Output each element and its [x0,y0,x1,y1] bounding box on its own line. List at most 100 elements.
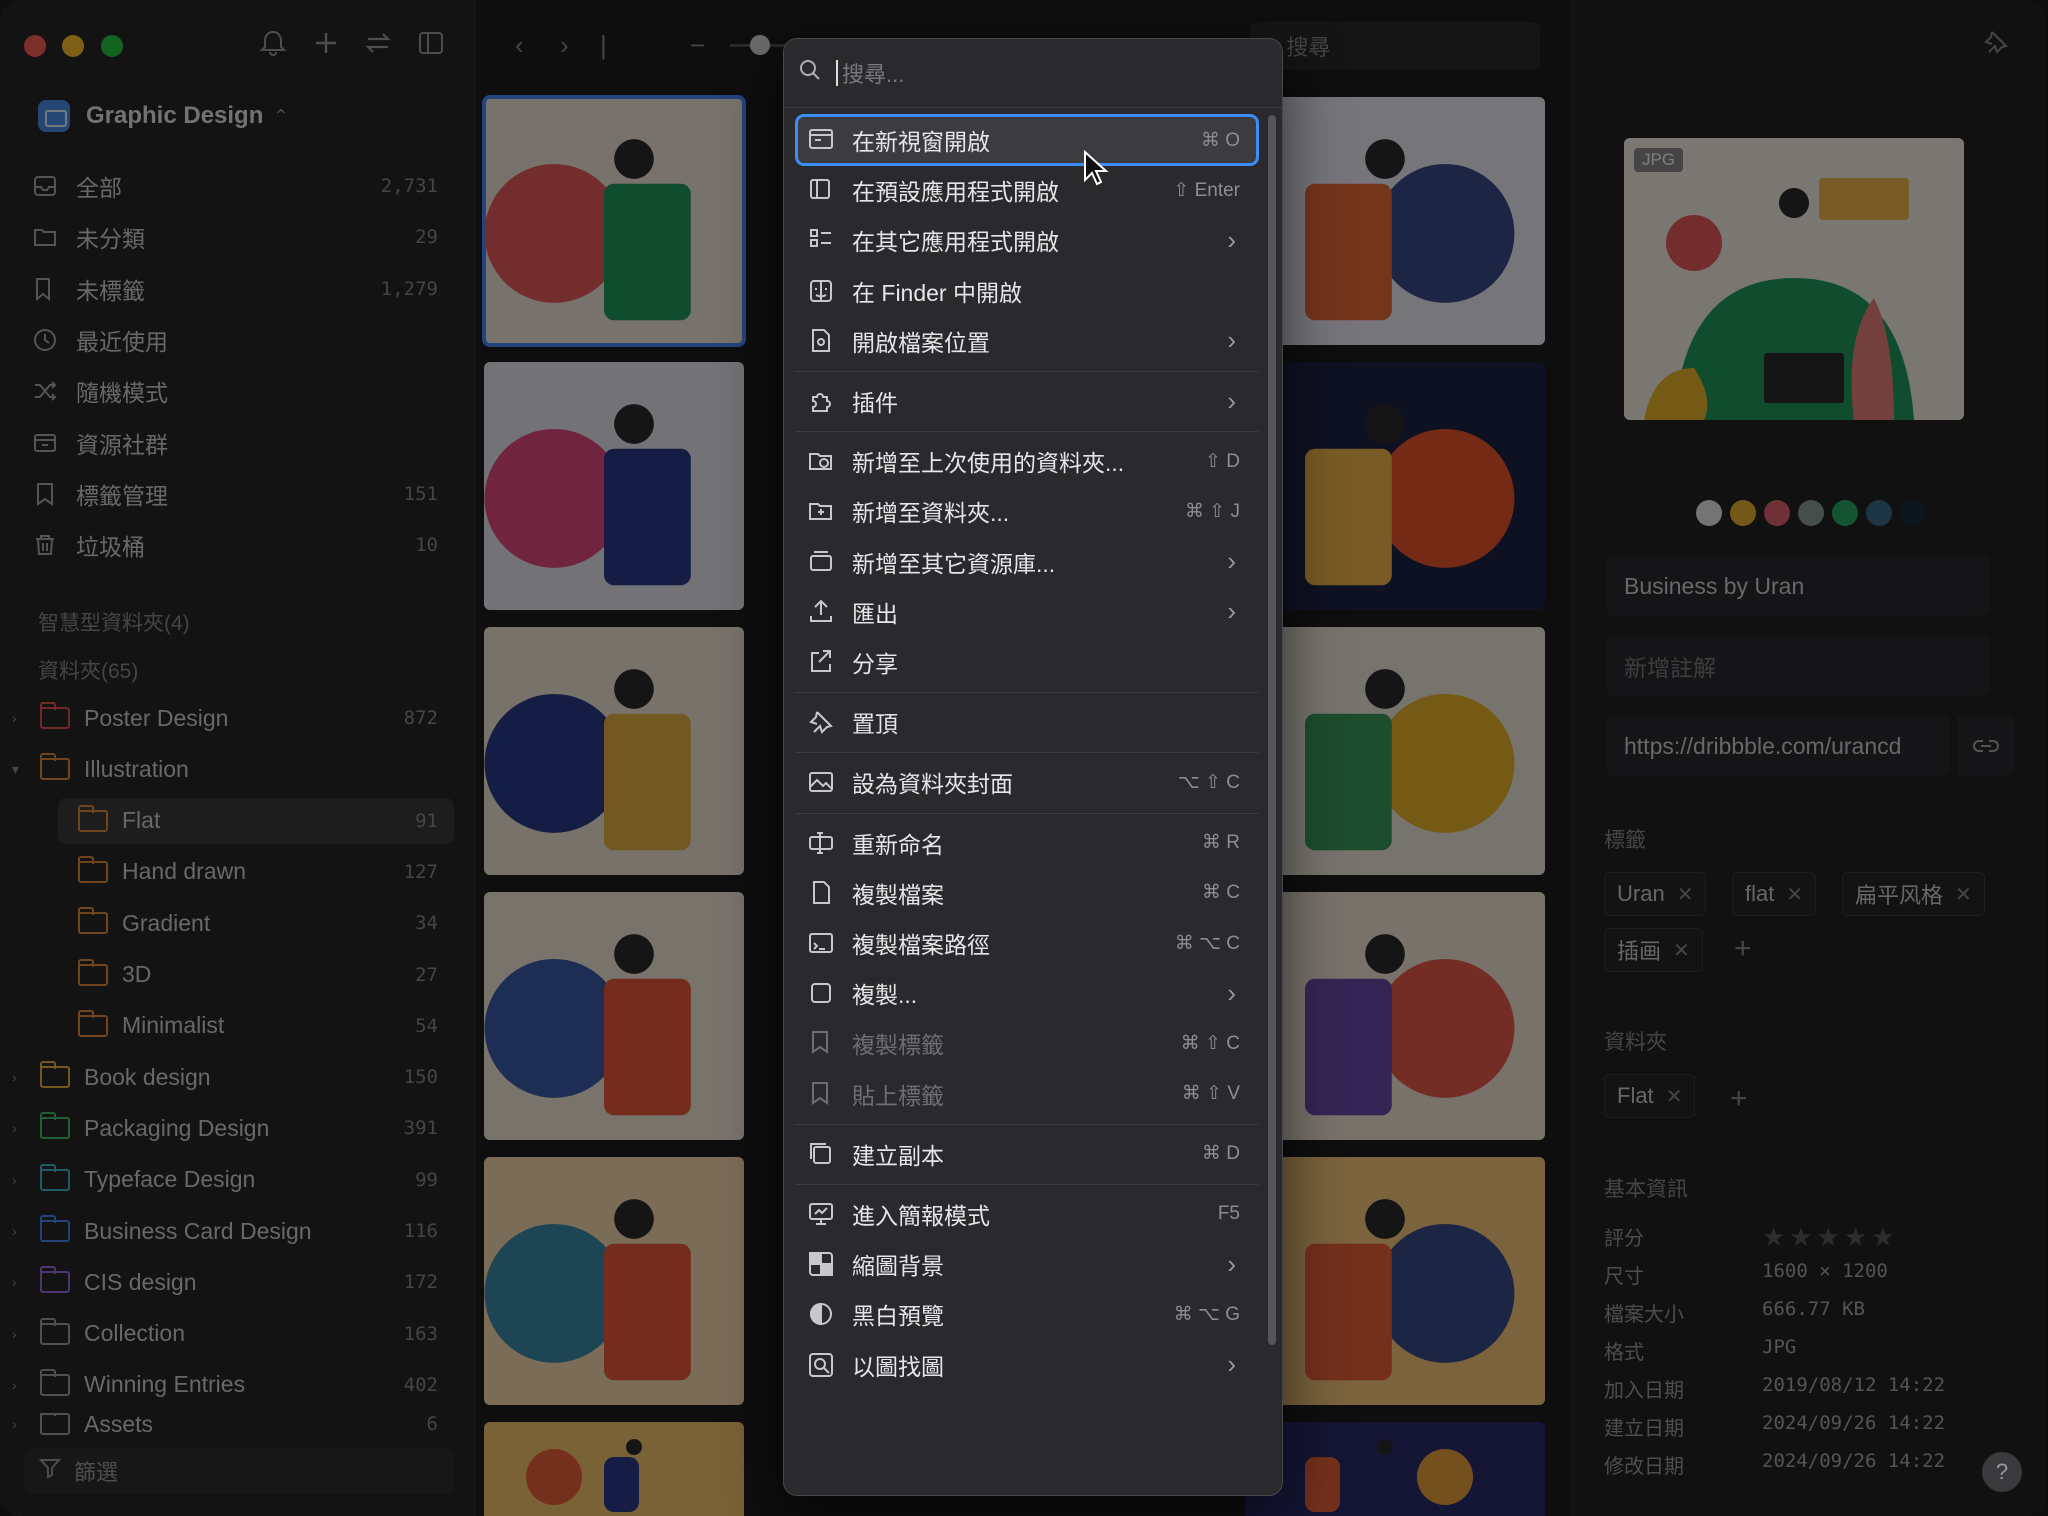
thumbnail[interactable] [1245,362,1545,610]
minimize-window-button[interactable] [62,35,84,57]
folder-row[interactable]: Hand drawn 127 [58,849,454,895]
note-field[interactable]: 新增註解 [1606,636,1990,696]
forward-icon[interactable]: › [560,30,569,61]
back-icon[interactable]: ‹ [515,30,524,61]
folder-row[interactable]: › Assets 6 [0,1413,454,1436]
menu-search[interactable]: 搜尋... [784,39,1282,108]
add-folder-icon[interactable]: + [1730,1082,1748,1116]
thumbnail[interactable] [484,892,744,1140]
menu-item-7[interactable]: 新增至上次使用的資料夾... ⇧ D [796,436,1258,486]
chevron-right-icon[interactable]: › [12,1377,30,1393]
tag-chip[interactable]: flat ✕ [1732,872,1817,916]
sidebar-item-3[interactable]: 未標籤 1,279 [30,266,450,312]
bell-icon[interactable] [256,28,290,62]
chevron-right-icon[interactable]: › [12,1120,30,1136]
rating-stars[interactable]: ★★★★★ [1762,1222,1899,1253]
palette-swatch[interactable] [1866,500,1892,526]
thumbnail[interactable] [484,627,744,875]
plus-icon[interactable] [309,28,343,62]
folder-row[interactable]: › Typeface Design 99 [0,1157,454,1203]
zoom-out-icon[interactable]: − [690,30,705,61]
title-field[interactable]: Business by Uran [1606,556,1990,616]
folder-row[interactable]: › Collection 163 [0,1311,454,1357]
tag-chip[interactable]: 扁平风格 ✕ [1842,872,1985,916]
menu-item-20[interactable]: 建立副本 ⌘ D [796,1129,1258,1179]
folder-row[interactable]: Flat 91 [58,797,454,844]
help-button[interactable]: ? [1982,1452,2022,1492]
chevron-right-icon[interactable]: › [12,1223,30,1239]
menu-item-9[interactable]: 新增至其它資源庫... › [796,537,1258,587]
thumbnail[interactable] [484,362,744,610]
folder-row[interactable]: › Packaging Design 391 [0,1105,454,1151]
folder-row[interactable]: ▾ Illustration [0,746,454,792]
menu-item-5[interactable]: 開啟檔案位置 › [796,316,1258,366]
sidebar-item-1[interactable]: 全部 2,731 [30,163,450,209]
link-icon[interactable] [1957,716,2015,776]
chevron-right-icon[interactable]: › [12,1416,30,1432]
menu-item-15[interactable]: 複製檔案 ⌘ C [796,868,1258,918]
add-tag-icon[interactable]: + [1734,932,1752,966]
menu-item-14[interactable]: 重新命名 ⌘ R [796,818,1258,868]
thumbnail[interactable] [1245,627,1545,875]
menu-item-10[interactable]: 匯出 › [796,587,1258,637]
chevron-right-icon[interactable]: › [12,1172,30,1188]
remove-folder-icon[interactable]: ✕ [1666,1084,1683,1109]
sidebar-item-2[interactable]: 未分類 29 [30,214,450,260]
thumbnail[interactable] [484,1157,744,1405]
menu-item-8[interactable]: 新增至資料夾... ⌘ ⇧ J [796,486,1258,536]
folder-row[interactable]: › Winning Entries 402 [0,1362,454,1408]
menu-item-22[interactable]: 縮圖背景 › [796,1239,1258,1289]
chevron-down-icon[interactable]: ▾ [12,761,30,778]
folder-row[interactable]: › Poster Design 872 [0,695,454,741]
menu-item-11[interactable]: 分享 [796,637,1258,687]
folder-row[interactable]: Minimalist 54 [58,1003,454,1049]
sync-icon[interactable] [361,28,395,62]
filter-bar[interactable]: 篩選 [24,1448,454,1494]
menu-item-13[interactable]: 設為資料夾封面 ⌥ ⇧ C [796,757,1258,807]
palette-swatch[interactable] [1696,500,1722,526]
sidebar-item-6[interactable]: 資源社群 [30,420,450,466]
tag-chip[interactable]: Uran ✕ [1604,872,1707,916]
menu-item-24[interactable]: 以圖找圖 › [796,1340,1258,1390]
folders-header[interactable]: 資料夾(65) [38,655,138,685]
thumbnail[interactable] [1245,1422,1545,1516]
zoom-slider-knob[interactable] [750,35,770,55]
thumbnail[interactable] [482,95,746,347]
smart-folders-header[interactable]: 智慧型資料夾(4) [38,607,190,637]
menu-item-2[interactable]: 在預設應用程式開啟 ⇧ Enter [796,165,1258,215]
menu-item-1[interactable]: 在新視窗開啟 ⌘ O [795,114,1259,166]
pin-icon[interactable] [1982,28,2010,63]
toolbar-search[interactable]: ⌕ 搜尋 [1250,22,1540,70]
menu-item-3[interactable]: 在其它應用程式開啟 › [796,215,1258,265]
sidebar-item-8[interactable]: 垃圾桶 10 [30,522,450,568]
folder-row[interactable]: › CIS design 172 [0,1259,454,1305]
chevron-right-icon[interactable]: › [12,1326,30,1342]
tag-chip[interactable]: 插画 ✕ [1604,928,1703,972]
sidebar-toggle-icon[interactable] [414,28,448,62]
folder-row[interactable]: › Business Card Design 116 [0,1208,454,1254]
menu-scrollbar[interactable] [1268,115,1276,1345]
remove-tag-icon[interactable]: ✕ [1955,882,1972,907]
menu-item-4[interactable]: 在 Finder 中開啟 [796,266,1258,316]
menu-item-16[interactable]: 複製檔案路徑 ⌘ ⌥ C [796,918,1258,968]
folder-row[interactable]: 3D 27 [58,952,454,998]
palette-swatch[interactable] [1900,500,1926,526]
sidebar-item-4[interactable]: 最近使用 [30,317,450,363]
sidebar-item-5[interactable]: 隨機模式 [30,368,450,414]
menu-item-23[interactable]: 黑白預覽 ⌘ ⌥ G [796,1289,1258,1339]
sidebar-item-7[interactable]: 標籤管理 151 [30,471,450,517]
thumbnail[interactable] [1245,1157,1545,1405]
menu-item-17[interactable]: 複製... › [796,968,1258,1018]
palette-swatch[interactable] [1764,500,1790,526]
close-window-button[interactable] [24,35,46,57]
thumbnail[interactable] [1245,97,1545,345]
thumbnail[interactable] [1245,892,1545,1140]
thumbnail[interactable] [484,1422,744,1516]
chevron-right-icon[interactable]: › [12,1274,30,1290]
palette-swatch[interactable] [1832,500,1858,526]
folder-tag[interactable]: Flat ✕ [1604,1074,1696,1118]
folder-row[interactable]: Gradient 34 [58,900,454,946]
library-switcher[interactable]: Graphic Design ⌃ [38,96,288,136]
menu-item-21[interactable]: 進入簡報模式 F5 [796,1189,1258,1239]
palette-swatch[interactable] [1730,500,1756,526]
